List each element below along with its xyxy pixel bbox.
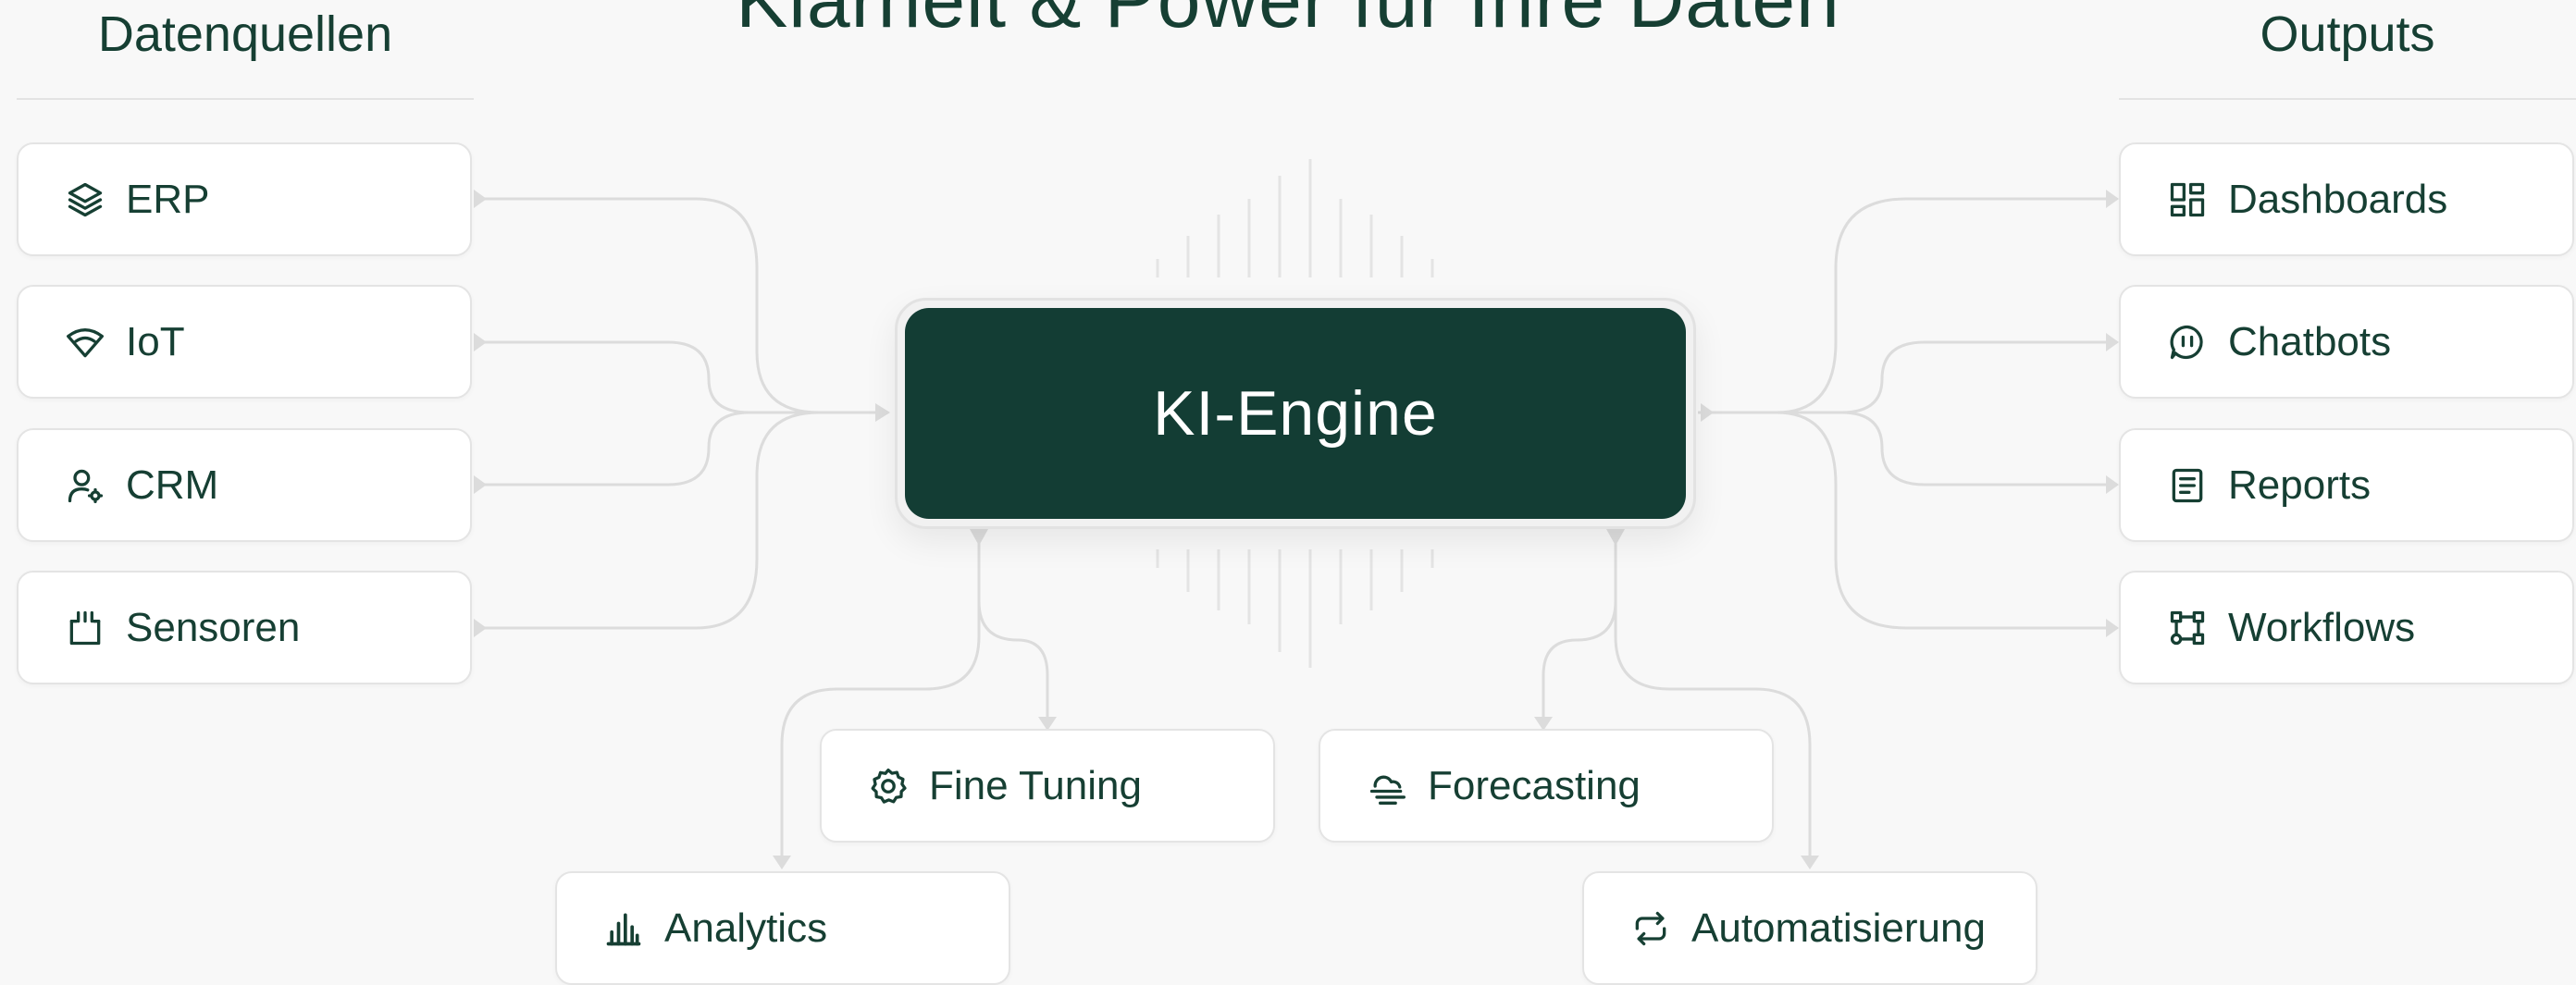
source-label: Sensoren (126, 604, 301, 650)
connector-chatbots (1698, 340, 2110, 414)
bar-chart-icon (603, 908, 644, 949)
connector-workflows (1698, 411, 2110, 630)
gear-icon (868, 766, 909, 806)
report-icon (2167, 465, 2208, 506)
sources-heading-divider (17, 98, 474, 100)
output-node-chatbots[interactable]: Chatbots (2119, 285, 2574, 399)
chatbot-icon (2167, 322, 2208, 363)
ki-engine-node[interactable]: KI-Engine (905, 308, 1686, 519)
capability-label: Forecasting (1428, 762, 1641, 808)
sources-heading: Datenquellen (97, 6, 393, 62)
layers-icon (65, 179, 105, 220)
outputs-heading-divider (2119, 98, 2576, 100)
capability-node-forecasting[interactable]: Forecasting (1319, 729, 1774, 843)
connector-erp (474, 197, 888, 414)
decor-bars-bottom (1156, 549, 1434, 668)
repeat-icon (1630, 908, 1671, 949)
sensor-icon (65, 608, 105, 648)
source-node-erp[interactable]: ERP (17, 142, 472, 256)
decor-bars-top (1156, 159, 1434, 277)
capability-label: Fine Tuning (929, 762, 1142, 808)
connector-crm (474, 411, 888, 486)
source-node-sensoren[interactable]: Sensoren (17, 571, 472, 684)
capability-node-automatisierung[interactable]: Automatisierung (1582, 871, 2037, 985)
source-label: CRM (126, 462, 219, 508)
output-label: Dashboards (2228, 176, 2448, 222)
connector-iot (474, 340, 888, 414)
source-label: ERP (126, 176, 210, 222)
connector-forecasting (1542, 536, 1617, 725)
user-settings-icon (65, 465, 105, 506)
output-label: Chatbots (2228, 318, 2392, 364)
connector-fine-tuning (977, 536, 1049, 725)
output-label: Reports (2228, 462, 2372, 508)
output-label: Workflows (2228, 604, 2416, 650)
capability-label: Automatisierung (1691, 905, 1986, 951)
workflow-icon (2167, 608, 2208, 648)
output-node-reports[interactable]: Reports (2119, 428, 2574, 542)
wifi-icon (65, 322, 105, 363)
output-node-dashboards[interactable]: Dashboards (2119, 142, 2574, 256)
capability-node-analytics[interactable]: Analytics (555, 871, 1010, 985)
output-node-workflows[interactable]: Workflows (2119, 571, 2574, 684)
cloud-forecast-icon (1367, 766, 1407, 806)
source-label: IoT (126, 318, 185, 364)
outputs-heading: Outputs (2260, 6, 2435, 62)
connector-reports (1698, 411, 2110, 486)
dashboard-icon (2167, 179, 2208, 220)
capability-node-fine-tuning[interactable]: Fine Tuning (820, 729, 1275, 843)
source-node-crm[interactable]: CRM (17, 428, 472, 542)
connector-dashboards (1698, 197, 2110, 414)
diagram-canvas: Klarheit & Power für Ihre Daten Datenque… (0, 0, 2576, 985)
capability-label: Analytics (664, 905, 828, 951)
connector-sensoren (474, 411, 888, 630)
source-node-iot[interactable]: IoT (17, 285, 472, 399)
